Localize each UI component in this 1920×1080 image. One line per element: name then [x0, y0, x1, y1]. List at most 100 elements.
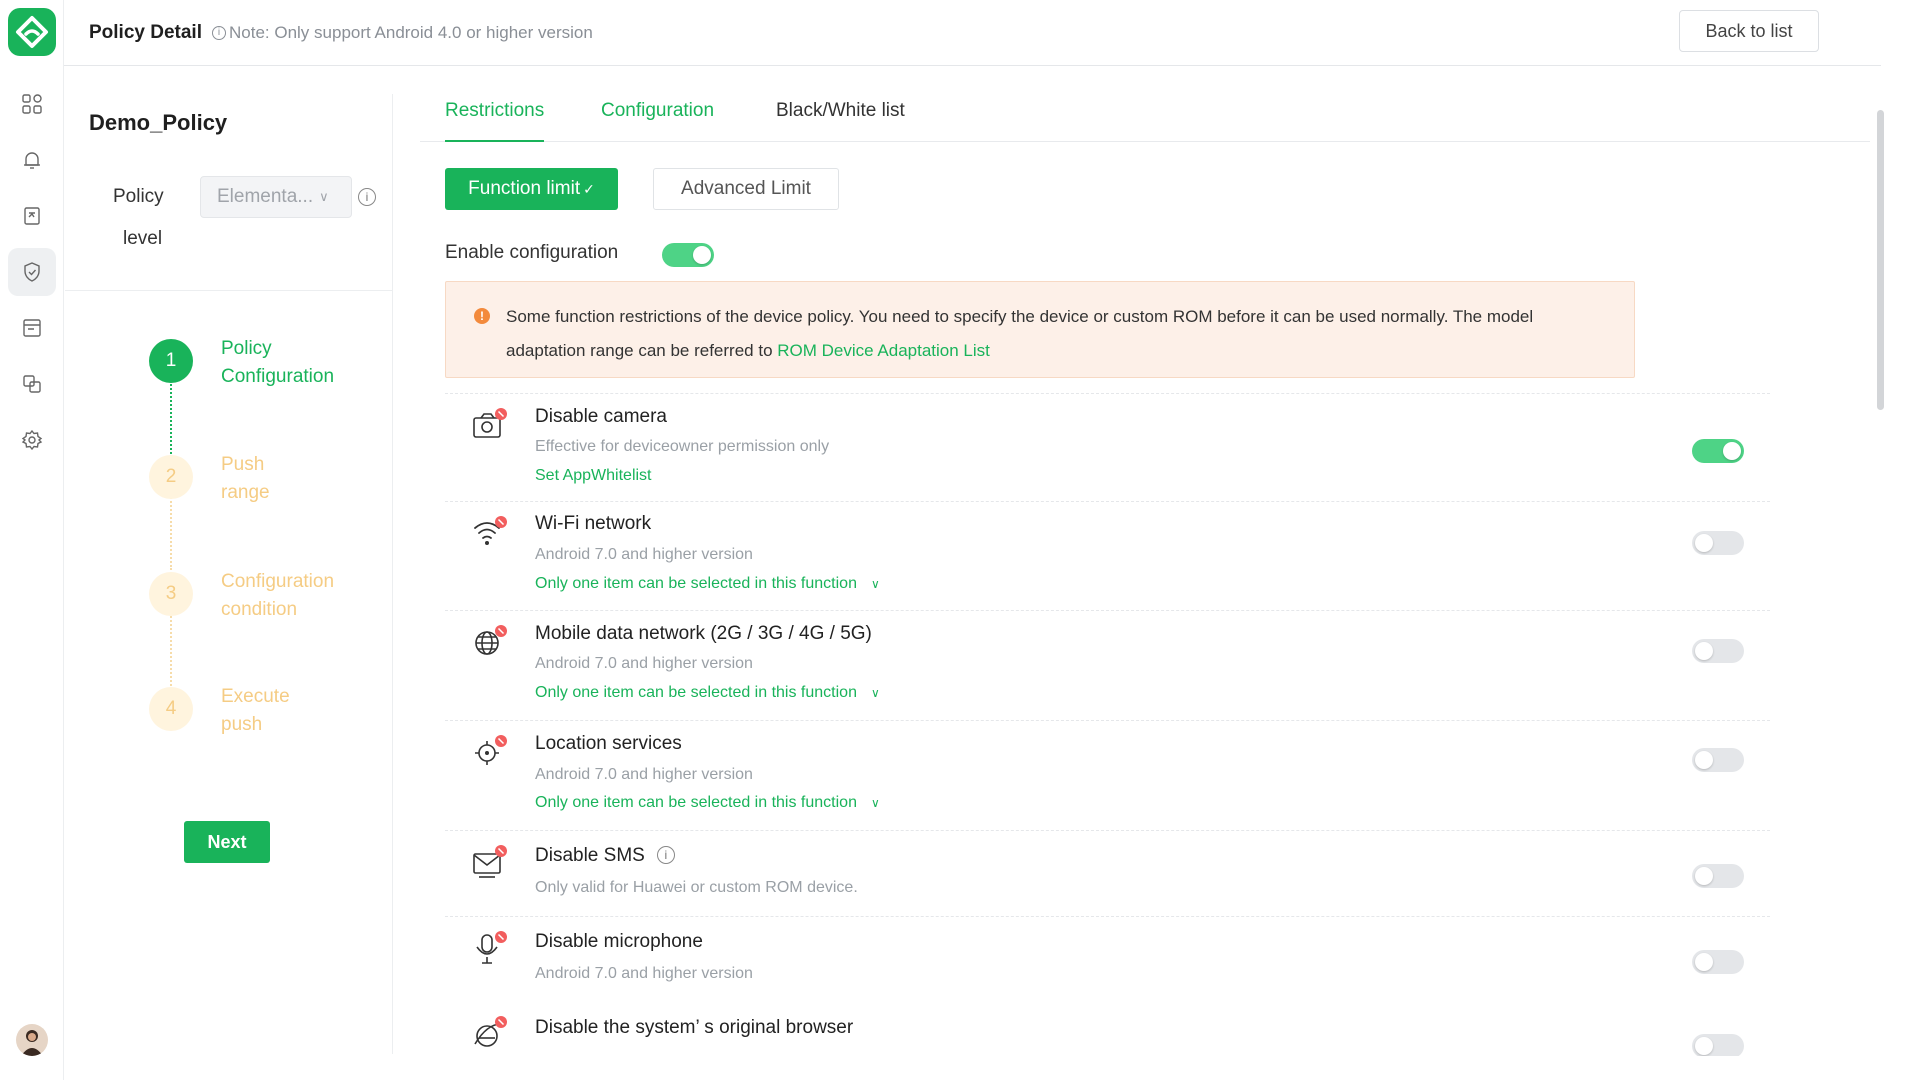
item-subtitle: Android 7.0 and higher version [535, 655, 753, 672]
check-icon: ✓ [583, 180, 595, 197]
step-label-line: Push [221, 454, 265, 475]
restriction-item-sms: Disable SMS i Only valid for Huawei or cu… [445, 830, 1770, 916]
alert-text: Some function restrictions of the device… [506, 300, 1616, 368]
mobile-data-toggle[interactable] [1692, 639, 1744, 663]
report-icon [24, 207, 40, 225]
item-subtitle: Android 7.0 and higher version [535, 766, 753, 783]
step-label-line: Configuration [221, 366, 335, 387]
policy-level-select[interactable]: Elementa... ∨ [200, 176, 352, 218]
step-label-line: Execute [221, 686, 290, 707]
function-limit-label: Function limit [468, 178, 581, 199]
next-button[interactable]: Next [184, 821, 270, 863]
set-app-whitelist-link[interactable]: Set AppWhitelist [535, 467, 652, 485]
step-label: Execute push [221, 683, 401, 739]
tab-bar: Restrictions Configuration Black/White l… [420, 94, 1870, 142]
item-subtitle: Android 7.0 and higher version [535, 965, 753, 982]
copy-icon [23, 375, 41, 393]
advanced-limit-button[interactable]: Advanced Limit [653, 168, 839, 210]
avatar-icon [21, 1030, 43, 1056]
restriction-item-browser: Disable the system’ s original browser [445, 1002, 1770, 1056]
location-services-toggle[interactable] [1692, 748, 1744, 772]
step-label-line: Policy [221, 338, 272, 359]
single-select-dropdown[interactable]: Only one item can be selected in this fu… [535, 684, 880, 702]
logo-icon [16, 16, 48, 48]
avatar[interactable] [16, 1024, 48, 1056]
nav-reports[interactable] [8, 192, 56, 240]
app-window: Policy Detail i Note: Only support Andro… [0, 0, 1920, 1080]
chevron-down-icon: ∨ [870, 577, 880, 591]
disable-browser-toggle[interactable] [1692, 1034, 1744, 1056]
restriction-item-location: Location services Android 7.0 and higher… [445, 720, 1770, 830]
step-connector [170, 612, 172, 690]
version-note: i Note: Only support Android 4.0 or high… [212, 23, 593, 43]
item-title: Location services [535, 733, 682, 754]
page-header: Policy Detail i Note: Only support Andro… [64, 0, 1881, 66]
restriction-item-camera: Disable camera Effective for deviceowner… [445, 393, 1770, 501]
nav-copy[interactable] [8, 360, 56, 408]
step-number: 2 [149, 455, 193, 499]
item-subtitle: Only valid for Huawei or custom ROM devi… [535, 879, 858, 896]
step-label-line: Configuration [221, 571, 335, 592]
item-title: Mobile data network (2G / 3G / 4G / 5G) [535, 623, 872, 644]
tab-configuration[interactable]: Configuration [601, 100, 714, 142]
enable-configuration-toggle[interactable] [662, 243, 714, 267]
item-subtitle: Android 7.0 and higher version [535, 546, 753, 563]
enable-configuration-label: Enable configuration [445, 242, 619, 263]
store-icon [23, 319, 41, 337]
policy-name: Demo_Policy [89, 110, 228, 135]
item-title-text: Disable SMS [535, 845, 645, 866]
sms-icon [471, 843, 509, 881]
nav-store[interactable] [8, 304, 56, 352]
back-to-list-button[interactable]: Back to list [1679, 10, 1819, 52]
nav-policy[interactable] [8, 248, 56, 296]
warning-icon: ! [474, 308, 490, 324]
item-title: Disable microphone [535, 931, 703, 952]
item-subtitle: Effective for deviceowner permission onl… [535, 438, 830, 455]
step-label-line: condition [221, 599, 298, 620]
step-number: 3 [149, 572, 193, 616]
item-title: Disable the system’ s original browser [535, 1017, 854, 1038]
nav-rail [0, 0, 64, 1080]
location-icon [471, 733, 509, 771]
restriction-item-wifi: Wi-Fi network Android 7.0 and higher ver… [445, 501, 1770, 610]
restriction-item-mobile-data: Mobile data network (2G / 3G / 4G / 5G) … [445, 610, 1770, 720]
policy-level-label-2: level [123, 228, 163, 249]
disable-camera-toggle[interactable] [1692, 439, 1744, 463]
item-title: Disable SMS i [535, 845, 675, 867]
step-label-line: range [221, 482, 270, 503]
page-title: Policy Detail [89, 21, 202, 43]
info-icon[interactable]: i [656, 846, 675, 864]
restriction-item-microphone: Disable microphone Android 7.0 and highe… [445, 916, 1770, 1002]
dashboard-icon [22, 94, 42, 114]
scrollbar[interactable] [1877, 110, 1884, 410]
tab-black-white-list[interactable]: Black/White list [776, 100, 905, 142]
wifi-icon [471, 514, 509, 552]
version-note-text: Note: Only support Android 4.0 or higher… [229, 22, 593, 42]
info-icon[interactable]: i [358, 188, 376, 206]
chevron-down-icon: ∨ [319, 189, 329, 204]
nav-dashboard[interactable] [8, 80, 56, 128]
item-title: Wi-Fi network [535, 513, 652, 534]
policy-level-value: Elementa... [217, 186, 314, 207]
wifi-network-toggle[interactable] [1692, 531, 1744, 555]
function-limit-button[interactable]: Function limit ✓ [445, 168, 618, 210]
item-title: Disable camera [535, 406, 667, 427]
rom-adaptation-link[interactable]: ROM Device Adaptation List [777, 341, 990, 360]
dropdown-label: Only one item can be selected in this fu… [535, 684, 857, 701]
step-label-line: push [221, 714, 263, 735]
camera-icon [471, 406, 509, 444]
disable-sms-toggle[interactable] [1692, 864, 1744, 888]
app-logo[interactable] [8, 8, 56, 56]
policy-panel: Demo_Policy Policy level Elementa... ∨ i… [65, 94, 393, 1054]
single-select-dropdown[interactable]: Only one item can be selected in this fu… [535, 794, 880, 812]
dropdown-label: Only one item can be selected in this fu… [535, 794, 857, 811]
single-select-dropdown[interactable]: Only one item can be selected in this fu… [535, 575, 880, 593]
step-number: 1 [149, 339, 193, 383]
chevron-down-icon: ∨ [870, 686, 880, 700]
chevron-down-icon: ∨ [870, 796, 880, 810]
step-label: Policy Configuration [221, 335, 401, 391]
disable-microphone-toggle[interactable] [1692, 950, 1744, 974]
tab-restrictions[interactable]: Restrictions [445, 100, 545, 142]
nav-notifications[interactable] [8, 136, 56, 184]
nav-settings[interactable] [8, 416, 56, 464]
